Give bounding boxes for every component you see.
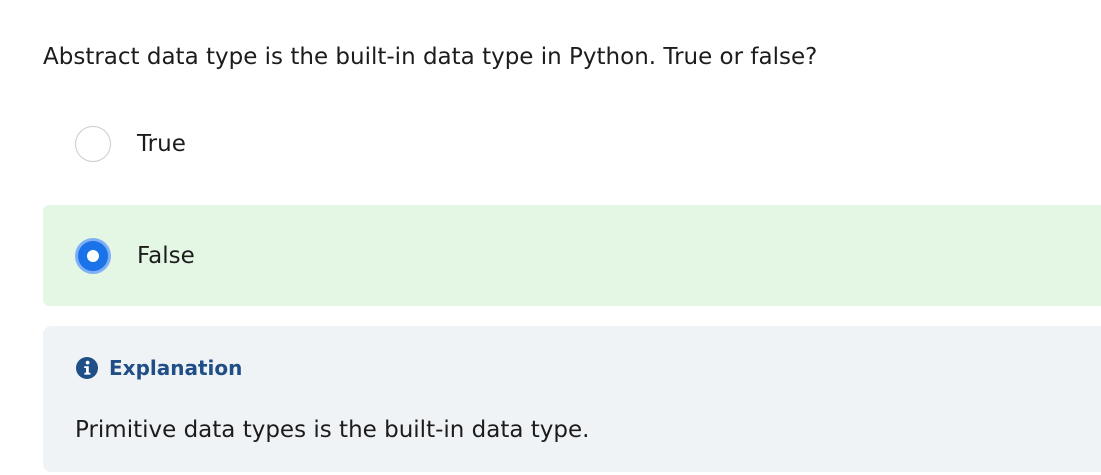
option-false[interactable]: False [43,205,1101,306]
info-icon [76,357,98,379]
radio-dot [87,249,99,262]
option-true[interactable]: True [43,115,1101,173]
explanation-body: Primitive data types is the built-in dat… [75,417,590,443]
quiz-card: Abstract data type is the built-in data … [0,0,1101,475]
explanation-panel: Explanation Primitive data types is the … [43,326,1101,472]
question-text: Abstract data type is the built-in data … [43,44,818,70]
explanation-title: Explanation [109,356,243,380]
option-label-false: False [137,242,195,269]
explanation-header: Explanation [75,354,242,382]
option-label-true: True [137,131,186,157]
radio-checked-icon[interactable] [75,237,111,274]
radio-unchecked-icon[interactable] [75,126,111,162]
